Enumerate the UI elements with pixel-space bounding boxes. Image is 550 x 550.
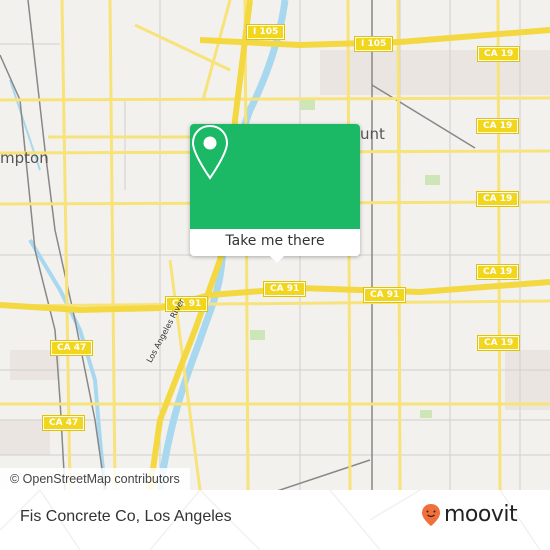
footer: Fis Concrete Co, Los Angeles moovit	[0, 490, 550, 550]
popup-pointer	[268, 254, 286, 263]
location-popup: Take me there	[190, 124, 360, 263]
highway-shield: CA 91	[362, 287, 407, 303]
highway-shield: CA 19	[476, 46, 521, 62]
highway-shield: CA 19	[475, 118, 520, 134]
highway-shield: CA 19	[476, 335, 521, 351]
highway-shield: CA 91	[262, 281, 307, 297]
highway-shield: CA 19	[475, 264, 520, 280]
take-me-there-button[interactable]: Take me there	[190, 229, 360, 256]
place-title: Fis Concrete Co, Los Angeles	[20, 508, 232, 525]
map-attribution[interactable]: © OpenStreetMap contributors	[0, 468, 190, 490]
place-label-compton: mpton	[0, 149, 49, 167]
highway-shield: I 105	[353, 36, 394, 52]
location-pin-icon	[191, 124, 229, 180]
highway-shield: CA 47	[49, 340, 94, 356]
moovit-logo[interactable]: moovit	[421, 502, 518, 527]
landuse-area	[505, 350, 550, 410]
popup-header	[190, 124, 360, 229]
map[interactable]: mpton unt I 105 I 105 CA 19 CA 19 CA 19 …	[0, 0, 550, 490]
highway-shield: CA 19	[475, 191, 520, 207]
moovit-pin-icon	[422, 503, 440, 526]
highway-shield: I 105	[245, 24, 286, 40]
highway-shield: CA 47	[41, 415, 86, 431]
moovit-wordmark: moovit	[444, 502, 518, 527]
place-label-lynwood: unt	[360, 125, 385, 143]
